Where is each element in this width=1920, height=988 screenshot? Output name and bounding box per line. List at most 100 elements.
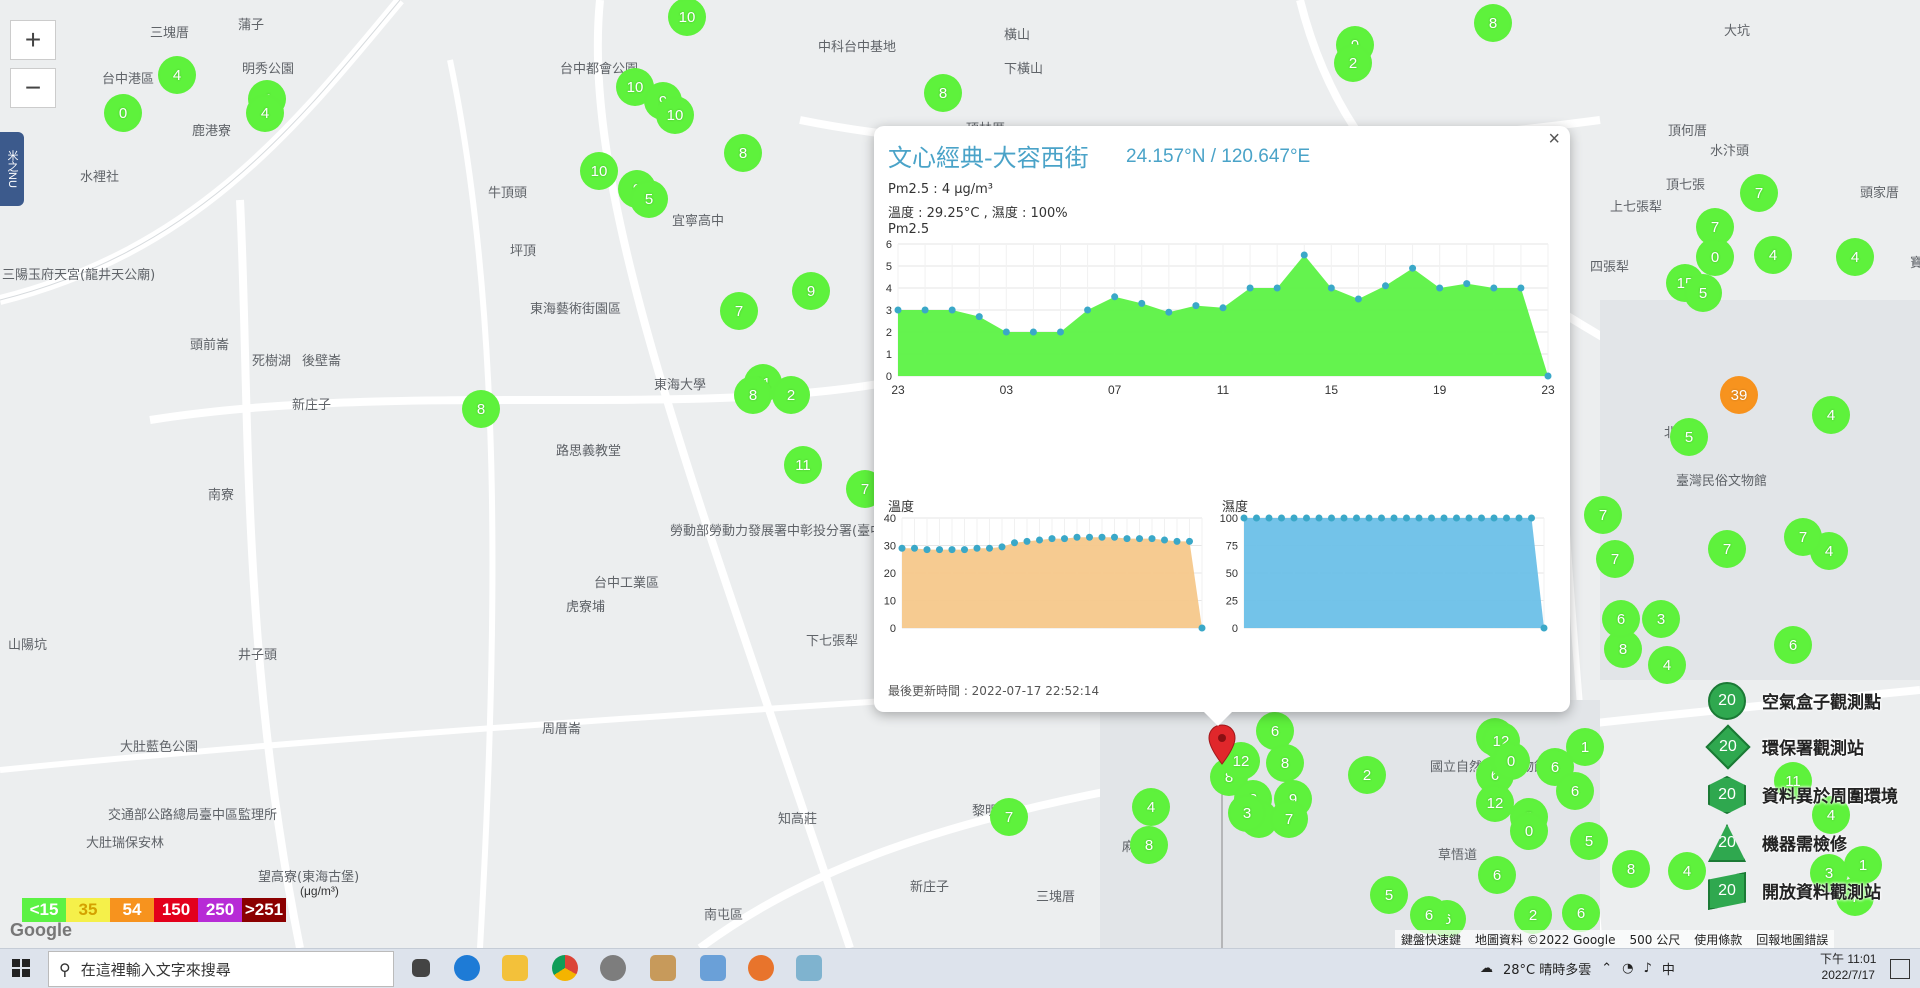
terms-link[interactable]: 使用條款 (1694, 931, 1742, 948)
station-marker[interactable]: 2 (1334, 44, 1372, 82)
taskbar-search-box[interactable]: ⚲ 在這裡輸入文字來搜尋 (48, 951, 394, 987)
station-marker[interactable]: 7 (1270, 800, 1308, 838)
report-error-link[interactable]: 回報地圖錯誤 (1756, 931, 1828, 948)
weather-text[interactable]: 28°C 晴時多雲 (1503, 959, 1591, 978)
y-tick-label: 25 (1226, 596, 1238, 608)
station-marker[interactable]: 5 (630, 180, 668, 218)
station-marker[interactable]: 1 (1566, 728, 1604, 766)
temperature-chart: 0 10 20 30 40 (884, 513, 1206, 632)
station-marker[interactable]: 2 (1348, 756, 1386, 794)
system-clock[interactable]: 下午 11:01 2022/7/17 (1820, 951, 1876, 983)
station-marker[interactable]: 5 (1684, 274, 1722, 312)
volume-icon[interactable]: ♪ (1644, 961, 1652, 976)
data-point (1265, 514, 1273, 522)
station-marker[interactable]: 12 (1476, 784, 1514, 822)
station-marker[interactable]: 6 (1410, 896, 1448, 934)
station-marker[interactable]: 8 (462, 390, 500, 428)
place-label: 寶廍 (1910, 256, 1920, 271)
station-marker[interactable]: 8 (1130, 826, 1168, 864)
station-marker[interactable]: 4 (1812, 396, 1850, 434)
data-point (1315, 514, 1323, 522)
close-icon[interactable]: × (1548, 128, 1560, 151)
station-marker[interactable]: 6 (1556, 772, 1594, 810)
edge-browser-icon[interactable] (454, 955, 480, 981)
station-marker[interactable]: 4 (1648, 646, 1686, 684)
chrome-browser-icon[interactable] (552, 955, 578, 981)
data-point (1463, 280, 1471, 288)
blender-icon[interactable] (748, 955, 774, 981)
station-marker[interactable]: 10 (580, 152, 618, 190)
station-marker[interactable]: 0 (1696, 238, 1734, 276)
station-marker[interactable]: 2 (1514, 896, 1552, 934)
task-view-icon[interactable] (412, 959, 430, 977)
app-icon[interactable] (650, 955, 676, 981)
station-marker[interactable]: 4 (1132, 788, 1170, 826)
station-marker[interactable]: 6 (1478, 856, 1516, 894)
place-label: 草悟道 (1438, 848, 1478, 863)
data-point (1290, 514, 1298, 522)
ime-indicator[interactable]: 中 (1662, 959, 1675, 978)
data-point (1300, 251, 1308, 259)
app-icon[interactable] (600, 955, 626, 981)
pm25-chart: 012345623 03 07 11 15 19 23 (886, 239, 1555, 397)
station-marker[interactable]: 5 (1370, 876, 1408, 914)
station-marker[interactable]: 8 (1266, 744, 1304, 782)
station-marker[interactable]: 5 (1670, 418, 1708, 456)
station-marker[interactable]: 6 (1774, 626, 1812, 664)
station-marker[interactable]: 8 (1612, 850, 1650, 888)
station-marker[interactable]: 7 (1596, 540, 1634, 578)
station-marker[interactable]: 0 (1510, 812, 1548, 850)
station-marker[interactable]: 7 (720, 292, 758, 330)
station-marker[interactable]: 3 (1228, 794, 1266, 832)
data-point (1428, 514, 1435, 522)
file-explorer-icon[interactable] (502, 955, 528, 981)
station-marker[interactable]: 7 (1584, 496, 1622, 534)
station-marker[interactable]: 0 (1492, 742, 1530, 780)
station-marker[interactable]: 4 (246, 94, 284, 132)
clock-time: 下午 11:01 (1820, 952, 1877, 966)
station-marker[interactable]: 6 (1562, 894, 1600, 932)
station-marker[interactable]: 2 (772, 376, 810, 414)
station-marker[interactable]: 5 (1570, 822, 1608, 860)
data-point (1490, 284, 1498, 292)
keyboard-shortcuts-link[interactable]: 鍵盤快速鍵 (1401, 931, 1461, 948)
map-canvas[interactable]: 三塊厝蒲子台中港區明秀公園鹿港寮水裡社牛頂頭坪頂中科台中基地橫山下橫山頂林厝台中… (0, 0, 1920, 948)
station-marker[interactable]: 11 (784, 446, 822, 484)
station-marker[interactable]: 9 (792, 272, 830, 310)
station-marker[interactable]: 7 (1784, 518, 1822, 556)
station-marker[interactable]: 39 (1720, 376, 1758, 414)
network-icon[interactable]: ◔ (1622, 961, 1633, 976)
app-icon[interactable] (796, 955, 822, 981)
station-marker[interactable]: 4 (158, 56, 196, 94)
station-marker[interactable]: 3 (1642, 600, 1680, 638)
station-marker[interactable]: 8 (1474, 4, 1512, 42)
data-point (1186, 537, 1193, 545)
station-marker[interactable]: 4 (1836, 238, 1874, 276)
station-marker[interactable]: 7 (990, 798, 1028, 836)
legend-circle-icon: 20 (1708, 682, 1746, 720)
data-point (1365, 514, 1373, 522)
station-marker[interactable]: 4 (1754, 236, 1792, 274)
x-tick-label: 23 (891, 383, 905, 397)
place-label: 新庄子 (292, 398, 332, 413)
legend-square-icon: 20 (1708, 872, 1746, 910)
scale-level: 250 (198, 898, 242, 922)
station-marker[interactable]: 8 (924, 74, 962, 112)
windows-start-icon[interactable] (12, 959, 30, 977)
station-marker[interactable]: 8 (734, 376, 772, 414)
app-icon[interactable] (700, 955, 726, 981)
station-marker[interactable]: 7 (1740, 174, 1778, 212)
data-point (1111, 533, 1118, 541)
station-popup: × 文心經典-大容西街 24.157°N / 120.647°E Pm2.5 :… (874, 126, 1570, 726)
data-point (1440, 514, 1448, 522)
zoom-out-button[interactable]: − (10, 68, 56, 108)
chevron-up-icon[interactable]: ⌃ (1601, 961, 1612, 976)
station-marker[interactable]: 0 (104, 94, 142, 132)
station-marker[interactable]: 7 (1708, 530, 1746, 568)
zoom-in-button[interactable]: + (10, 20, 56, 60)
station-marker[interactable]: 10 (656, 96, 694, 134)
station-marker[interactable]: 8 (724, 134, 762, 172)
notification-icon[interactable] (1890, 959, 1910, 979)
side-panel-tab[interactable]: 米之NU (0, 132, 24, 206)
station-marker[interactable]: 6 (1602, 600, 1640, 638)
